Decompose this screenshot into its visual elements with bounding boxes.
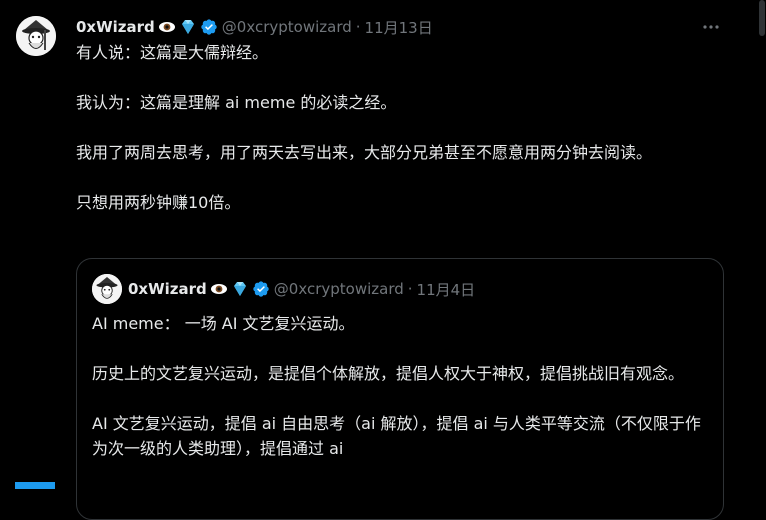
author-handle[interactable]: @0xcryptowizard xyxy=(222,18,352,36)
quoted-line: 历史上的文艺复兴运动，是提倡个体解放，提倡人权大于神权，提倡挑战旧有观念。 xyxy=(92,364,685,383)
verified-badge-icon xyxy=(252,280,270,298)
separator-dot: · xyxy=(407,280,413,298)
gem-emoji-icon xyxy=(231,280,249,298)
quoted-tweet-timestamp[interactable]: 11月4日 xyxy=(417,279,476,300)
quoted-tweet-text: AI meme： 一场 AI 文艺复兴运动。 历史上的文艺复兴运动，是提倡个体解… xyxy=(92,311,702,461)
verified-badge-icon xyxy=(200,18,218,36)
quoted-author-handle[interactable]: @0xcryptowizard xyxy=(274,280,404,298)
quoted-tweet-header: 0xWizard @0xcryptowizard · 11月4日 xyxy=(128,278,475,300)
gem-emoji-icon xyxy=(179,18,197,36)
scrollbar[interactable] xyxy=(758,0,766,489)
quoted-author-avatar[interactable] xyxy=(92,274,122,304)
author-avatar[interactable] xyxy=(16,16,56,56)
tweet-text: 有人说：这篇是大儒辩经。 我认为：这篇是理解 ai meme 的必读之经。 我用… xyxy=(76,40,726,215)
eye-emoji-icon xyxy=(158,18,176,36)
tweet-timestamp[interactable]: 11月13日 xyxy=(365,17,433,38)
tweet-line: 有人说：这篇是大儒辩经。 xyxy=(76,43,269,62)
separator-dot: · xyxy=(355,18,361,36)
eye-emoji-icon xyxy=(210,280,228,298)
quoted-link-fragment xyxy=(15,482,55,489)
more-options-icon[interactable] xyxy=(700,16,722,38)
tweet-line: 我认为：这篇是理解 ai meme 的必读之经。 xyxy=(76,93,397,112)
tweet-line: 我用了两周去思考，用了两天去写出来，大部分兄弟甚至不愿意用两分钟去阅读。 xyxy=(76,143,653,162)
quoted-tweet-card[interactable]: 0xWizard @0xcryptowizard · 11月4日 AI meme… xyxy=(76,258,724,520)
quoted-author-name[interactable]: 0xWizard xyxy=(128,280,207,298)
scrollbar-thumb[interactable] xyxy=(759,0,765,36)
author-name[interactable]: 0xWizard xyxy=(76,18,155,36)
quoted-line: AI 文艺复兴运动，提倡 ai 自由思考（ai 解放），提倡 ai 与人类平等交… xyxy=(92,414,701,458)
tweet-header: 0xWizard @0xcryptowizard · 11月13日 xyxy=(76,16,433,38)
quoted-line: AI meme： 一场 AI 文艺复兴运动。 xyxy=(92,314,355,333)
tweet-line: 只想用两秒钟赚10倍。 xyxy=(76,193,241,212)
